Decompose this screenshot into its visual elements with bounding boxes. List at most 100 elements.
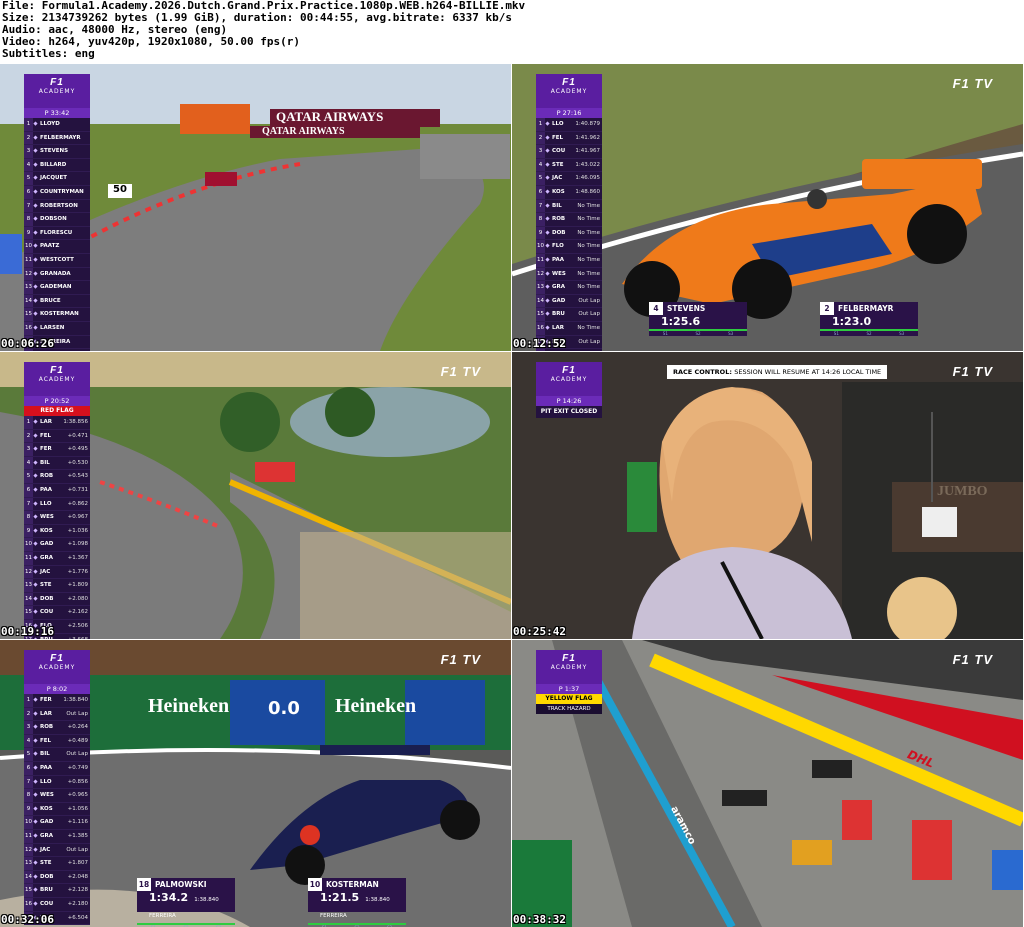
tower-row: 2 ◆ FEL 1:41.962: [536, 131, 602, 146]
driver-gap: +1.036: [67, 527, 88, 534]
driver-gap: +0.471: [67, 432, 88, 439]
row-position: 2: [24, 429, 33, 443]
driver-name: DOBSON: [40, 216, 67, 223]
tower-row: 6 ◆ COUNTRYMAN: [24, 185, 90, 200]
row-position: 2: [24, 131, 33, 145]
tower-row: 12 ◆ WES No Time: [536, 267, 602, 282]
driver-name: LAR: [40, 419, 52, 425]
tower-row: 7 ◆ LLO +0.862: [24, 497, 90, 512]
driver-gap: +0.495: [67, 446, 88, 453]
row-position: 9: [24, 226, 33, 240]
driver-gap: +2.128: [67, 887, 88, 894]
driver-name: BRUCE: [40, 297, 61, 304]
tower-row: 4 ◆ BIL +0.530: [24, 456, 90, 471]
tower-row: 16 ◆ COU +2.180: [24, 897, 90, 912]
row-position: 14: [24, 294, 33, 308]
tower-row: 11 ◆ WESTCOTT: [24, 253, 90, 268]
race-control-label: RACE CONTROL:: [673, 368, 732, 376]
session-timer: P 14:26: [536, 396, 602, 406]
driver-name: PAA: [40, 486, 53, 493]
driver-name: DOB: [40, 595, 54, 602]
row-position: 1: [24, 118, 33, 131]
driver-name: FLO: [552, 243, 564, 250]
driver-name: WES: [40, 514, 54, 521]
row-position: 14: [536, 294, 545, 308]
timestamp: 00:19:16: [1, 625, 54, 638]
row-position: 14: [24, 870, 33, 884]
driver-name: LLO: [552, 121, 564, 127]
row-position: 1: [24, 416, 33, 429]
driver-gap: +0.264: [67, 724, 88, 731]
timestamp: 00:12:52: [513, 337, 566, 350]
timestamp: 00:06:26: [1, 337, 54, 350]
driver-gap: +2.162: [67, 609, 88, 616]
row-position: 7: [24, 199, 33, 213]
row-position: 8: [536, 213, 545, 226]
driver-name: FLORESCU: [40, 229, 73, 236]
driver-name: FELBERMAYR: [40, 134, 81, 141]
driver-gap: No Time: [577, 256, 600, 263]
driver-name: BIL: [552, 202, 562, 209]
driver-name: FEL: [40, 737, 52, 744]
driver-name: GRA: [40, 554, 54, 561]
tower-row: 6 ◆ KOS 1:48.860: [536, 185, 602, 200]
driver-name: BIL: [40, 459, 50, 466]
f1-tv-logo: F1 TV: [952, 364, 993, 379]
driver-gap: 1:48.860: [575, 188, 600, 195]
driver-name: LAR: [552, 324, 564, 331]
f1-academy-logo: F1 ACADEMY: [536, 74, 602, 108]
row-position: 7: [24, 775, 33, 789]
session-timer: P 20:52: [24, 396, 90, 406]
driver-name: FEL: [40, 432, 52, 439]
tower-row: 8 ◆ DOBSON: [24, 213, 90, 227]
lap-time-box-1: 4 STEVENS 1:25.6 S1 S2 S3: [649, 302, 748, 336]
driver-name: COU: [40, 900, 54, 907]
driver-name: PAA: [552, 256, 565, 263]
driver-gap: No Time: [577, 229, 600, 236]
row-position: 8: [24, 789, 33, 802]
row-position: 13: [24, 281, 33, 294]
row-position: 15: [536, 308, 545, 321]
row-position: 6: [536, 185, 545, 199]
driver-gap: 1:38.856: [63, 419, 88, 425]
tower-row: 8 ◆ WES +0.967: [24, 511, 90, 525]
row-position: 10: [24, 538, 33, 551]
tower-row: 10 ◆ GAD +1.098: [24, 538, 90, 552]
tower-row: 3 ◆ ROB +0.264: [24, 721, 90, 735]
tower-row: 14 ◆ BRUCE: [24, 294, 90, 309]
driver-gap: +1.056: [67, 805, 88, 812]
timing-tower: F1 ACADEMY P 14:26 PIT EXIT CLOSED: [536, 362, 602, 418]
driver-gap: 1:46.095: [575, 175, 600, 182]
driver-name: ROB: [40, 724, 54, 731]
driver-gap: +1.098: [67, 541, 88, 548]
thumbnail-frame-2: F1 TV F1 ACADEMY P 27:16 1 ◆ LLO 1:40.879 2 ◆…: [512, 64, 1023, 351]
tower-row: 12 ◆ GRANADA: [24, 267, 90, 282]
lap-time-box-1: 18PALMOWSKI 1:34.21:38.840 FERREIRA S1S2…: [137, 878, 236, 927]
f1-tv-logo: F1 TV: [440, 364, 481, 379]
timestamp: 00:25:42: [513, 625, 566, 638]
driver-name: GADEMAN: [40, 284, 72, 291]
file-info-header: File: Formula1.Academy.2026.Dutch.Grand.…: [2, 0, 1022, 62]
row-position: 16: [24, 321, 33, 335]
pit-exit-closed-indicator: PIT EXIT CLOSED: [536, 406, 602, 418]
timestamp: 00:38:32: [513, 913, 566, 926]
tower-row: 10 ◆ FLO No Time: [536, 240, 602, 254]
tower-row: 2 ◆ LAR Out Lap: [24, 707, 90, 722]
sponsor-board-zero: 0.0: [268, 698, 300, 719]
driver-name: KOSTERMAN: [40, 311, 79, 318]
row-position: 10: [536, 240, 545, 253]
row-position: 13: [24, 857, 33, 870]
row-position: 14: [24, 592, 33, 606]
driver-gap: +2.080: [67, 595, 88, 602]
sponsor-board: Heineken: [148, 695, 230, 717]
driver-name: LARSEN: [40, 324, 65, 331]
driver-name: STEVENS: [40, 148, 69, 155]
driver-gap: Out Lap: [66, 751, 88, 758]
row-position: 3: [536, 145, 545, 158]
timing-tower: F1 ACADEMY P 33:42 1 ◆ LLOYD 2 ◆ FELBERMAYR 3 ◆…: [24, 74, 90, 351]
driver-name: GAD: [552, 297, 566, 304]
driver-name: KOS: [40, 527, 53, 534]
driver-name: JAC: [552, 175, 563, 182]
driver-gap: No Time: [577, 216, 600, 223]
row-position: 6: [24, 483, 33, 497]
